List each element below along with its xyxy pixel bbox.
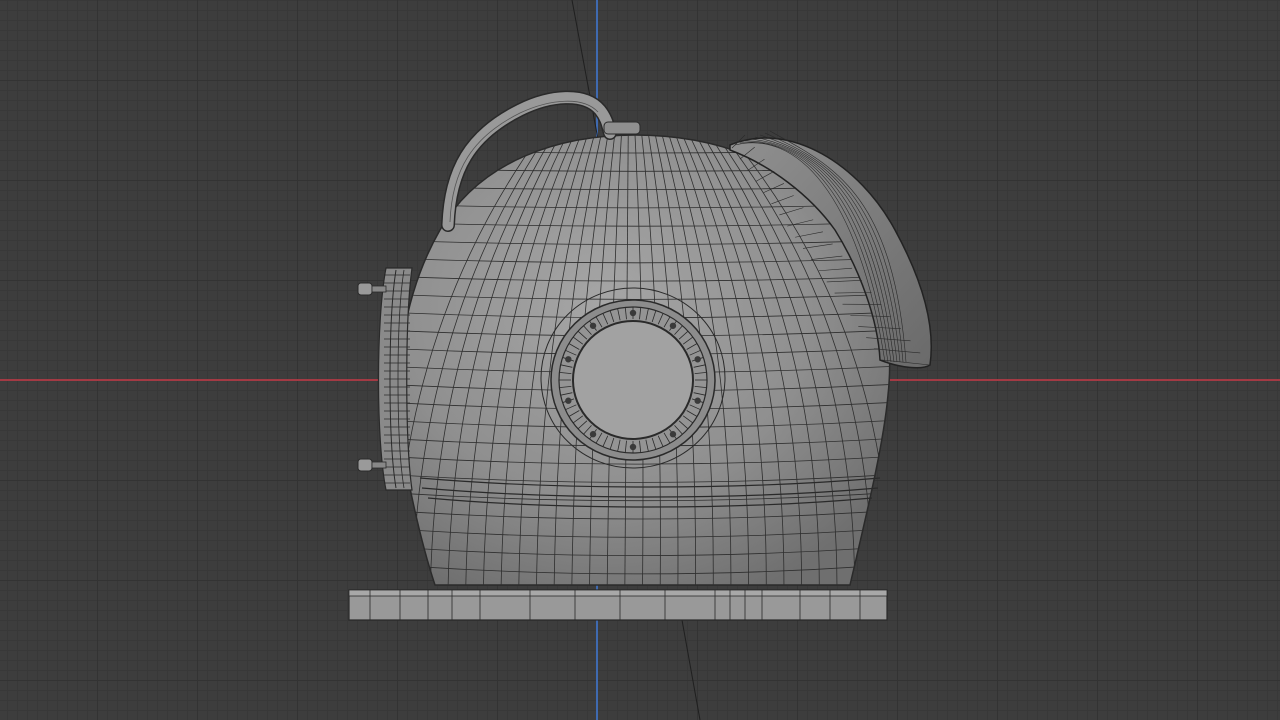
base-plate [348,589,888,621]
porthole-bolt [669,322,677,329]
porthole-bolt [565,397,572,404]
porthole-bolt [589,322,597,329]
porthole-glass [572,320,694,440]
porthole-bolt [565,356,572,363]
view-guide-line-lower [681,619,701,720]
view-guide-line [571,0,601,151]
porthole-bolt [629,309,637,317]
helmet-model[interactable] [0,0,1280,720]
porthole-bolt [629,443,637,451]
porthole-bolt [669,431,677,438]
porthole-bolt [589,431,597,438]
porthole-bolt [694,397,701,404]
3d-viewport[interactable] [0,0,1280,720]
porthole-bolt [694,356,701,363]
side-ring [377,267,413,491]
